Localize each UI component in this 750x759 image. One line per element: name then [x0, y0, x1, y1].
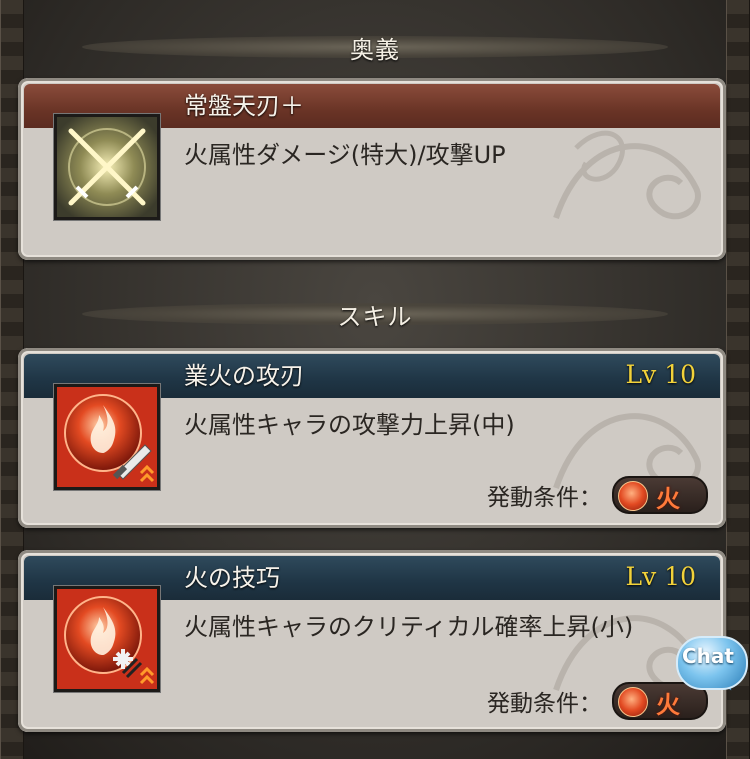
skill-level: Lv 10	[625, 360, 696, 389]
fire-attack-up-icon	[54, 384, 160, 490]
ougi-card: 常盤天刃＋ 火属性ダメージ(特大)/攻撃UP	[18, 78, 726, 260]
crossed-swords-icon	[54, 114, 160, 220]
skill-name: 業火の攻刃	[184, 362, 304, 390]
chat-button-label: Chat	[682, 644, 734, 668]
fire-orb-icon	[618, 687, 648, 717]
ougi-description: 火属性ダメージ(特大)/攻撃UP	[184, 141, 506, 169]
section-title-skill: スキル	[337, 302, 413, 331]
ougi-name: 常盤天刃＋	[184, 92, 304, 120]
fire-orb-icon	[618, 481, 648, 511]
skill-level: Lv 10	[625, 562, 696, 591]
section-header-ougi: 奥義	[82, 30, 668, 64]
chat-button[interactable]: Chat	[672, 632, 750, 696]
condition-label: 発動条件：	[487, 485, 602, 511]
skill-description: 火属性キャラのクリティカル確率上昇(小)	[184, 613, 634, 641]
activation-condition: 発動条件： 火	[487, 476, 708, 514]
element-badge-fire: 火	[612, 476, 708, 514]
section-header-skill: スキル	[82, 297, 668, 331]
skill-card-2[interactable]: 火の技巧 Lv 10 火属性キャラのクリティカル確率上昇(小) 発動条件： 火	[18, 550, 726, 732]
element-label: 火	[656, 485, 680, 513]
skill-card-1[interactable]: 業火の攻刃 Lv 10 火属性キャラの攻撃力上昇(中) 発動条件： 火	[18, 348, 726, 528]
condition-label: 発動条件：	[487, 691, 602, 717]
fire-critical-up-icon	[54, 586, 160, 692]
skill-name: 火の技巧	[184, 564, 280, 592]
section-title-ougi: 奥義	[350, 35, 400, 64]
skill-description: 火属性キャラの攻撃力上昇(中)	[184, 411, 515, 439]
